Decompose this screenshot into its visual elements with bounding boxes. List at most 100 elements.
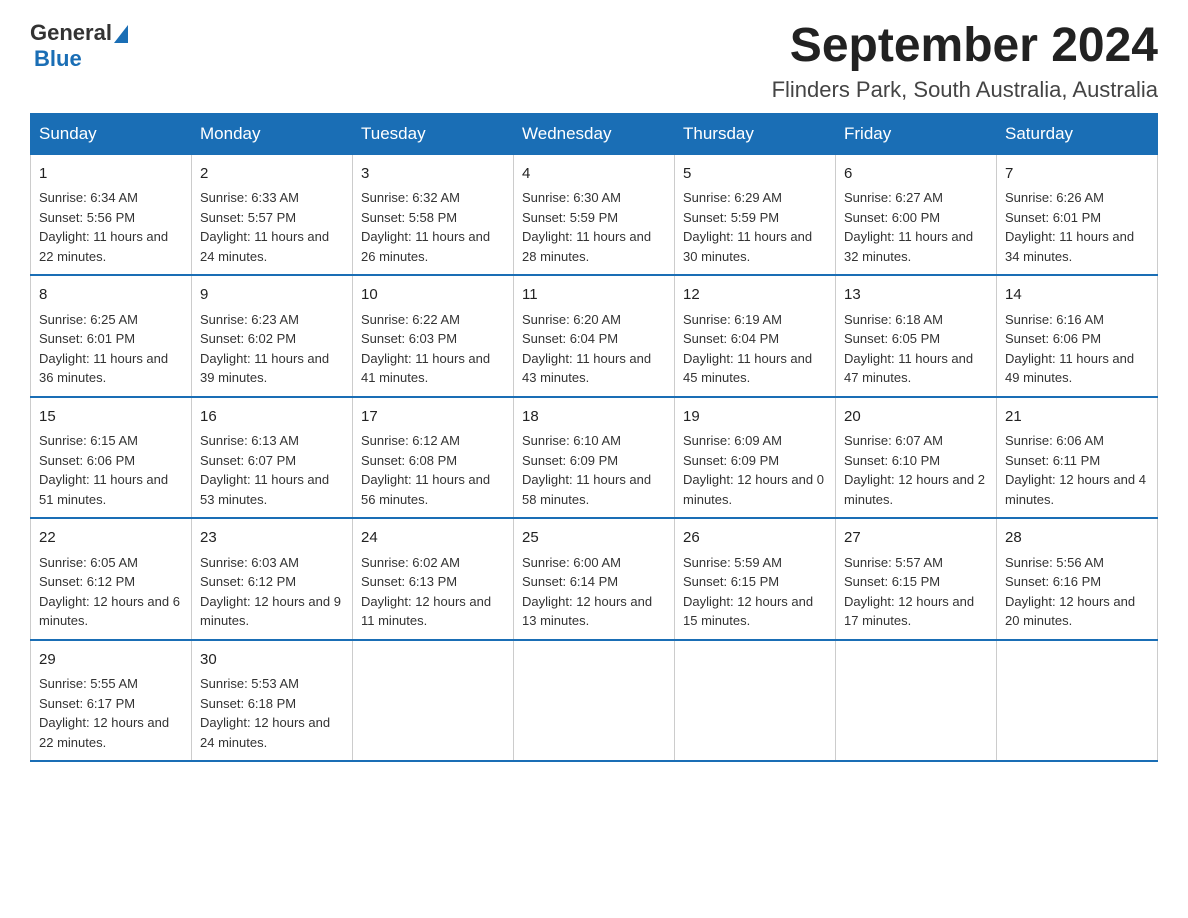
daylight-line: Daylight: 11 hours and 47 minutes. xyxy=(844,351,973,386)
sunrise-line: Sunrise: 6:13 AM xyxy=(200,433,299,448)
daylight-line: Daylight: 12 hours and 9 minutes. xyxy=(200,594,341,629)
logo-general-text: General xyxy=(30,20,112,46)
sunrise-line: Sunrise: 6:00 AM xyxy=(522,555,621,570)
calendar-cell: 8Sunrise: 6:25 AMSunset: 6:01 PMDaylight… xyxy=(31,275,192,397)
calendar-cell: 26Sunrise: 5:59 AMSunset: 6:15 PMDayligh… xyxy=(675,518,836,640)
day-number: 15 xyxy=(39,406,183,429)
calendar-cell: 12Sunrise: 6:19 AMSunset: 6:04 PMDayligh… xyxy=(675,275,836,397)
sunset-line: Sunset: 6:09 PM xyxy=(522,453,618,468)
daylight-line: Daylight: 11 hours and 32 minutes. xyxy=(844,229,973,264)
calendar-cell: 9Sunrise: 6:23 AMSunset: 6:02 PMDaylight… xyxy=(192,275,353,397)
day-number: 29 xyxy=(39,649,183,672)
calendar-week-row: 29Sunrise: 5:55 AMSunset: 6:17 PMDayligh… xyxy=(31,640,1158,762)
calendar-cell: 28Sunrise: 5:56 AMSunset: 6:16 PMDayligh… xyxy=(997,518,1158,640)
daylight-line: Daylight: 11 hours and 56 minutes. xyxy=(361,472,490,507)
daylight-line: Daylight: 12 hours and 22 minutes. xyxy=(39,715,169,750)
day-number: 18 xyxy=(522,406,666,429)
calendar-cell: 15Sunrise: 6:15 AMSunset: 6:06 PMDayligh… xyxy=(31,397,192,519)
sunset-line: Sunset: 6:07 PM xyxy=(200,453,296,468)
daylight-line: Daylight: 12 hours and 11 minutes. xyxy=(361,594,491,629)
sunrise-line: Sunrise: 6:22 AM xyxy=(361,312,460,327)
logo: General Blue xyxy=(30,20,128,72)
sunrise-line: Sunrise: 6:16 AM xyxy=(1005,312,1104,327)
sunrise-line: Sunrise: 6:12 AM xyxy=(361,433,460,448)
calendar-cell xyxy=(514,640,675,762)
calendar-cell: 27Sunrise: 5:57 AMSunset: 6:15 PMDayligh… xyxy=(836,518,997,640)
calendar-week-row: 15Sunrise: 6:15 AMSunset: 6:06 PMDayligh… xyxy=(31,397,1158,519)
day-number: 11 xyxy=(522,284,666,307)
sunset-line: Sunset: 6:17 PM xyxy=(39,696,135,711)
day-number: 4 xyxy=(522,163,666,186)
sunrise-line: Sunrise: 6:05 AM xyxy=(39,555,138,570)
sunset-line: Sunset: 6:09 PM xyxy=(683,453,779,468)
calendar-cell: 5Sunrise: 6:29 AMSunset: 5:59 PMDaylight… xyxy=(675,154,836,275)
day-number: 14 xyxy=(1005,284,1149,307)
day-number: 28 xyxy=(1005,527,1149,550)
sunset-line: Sunset: 6:04 PM xyxy=(522,331,618,346)
sunset-line: Sunset: 6:08 PM xyxy=(361,453,457,468)
daylight-line: Daylight: 11 hours and 30 minutes. xyxy=(683,229,812,264)
day-header-saturday: Saturday xyxy=(997,113,1158,154)
sunset-line: Sunset: 6:02 PM xyxy=(200,331,296,346)
day-number: 12 xyxy=(683,284,827,307)
sunset-line: Sunset: 6:03 PM xyxy=(361,331,457,346)
day-number: 26 xyxy=(683,527,827,550)
sunset-line: Sunset: 5:58 PM xyxy=(361,210,457,225)
calendar-header-row: SundayMondayTuesdayWednesdayThursdayFrid… xyxy=(31,113,1158,154)
calendar-week-row: 22Sunrise: 6:05 AMSunset: 6:12 PMDayligh… xyxy=(31,518,1158,640)
day-header-monday: Monday xyxy=(192,113,353,154)
calendar-cell xyxy=(353,640,514,762)
day-number: 27 xyxy=(844,527,988,550)
sunrise-line: Sunrise: 6:19 AM xyxy=(683,312,782,327)
header: General Blue September 2024 Flinders Par… xyxy=(30,20,1158,103)
day-number: 1 xyxy=(39,163,183,186)
sunrise-line: Sunrise: 5:53 AM xyxy=(200,676,299,691)
sunrise-line: Sunrise: 6:32 AM xyxy=(361,190,460,205)
daylight-line: Daylight: 12 hours and 20 minutes. xyxy=(1005,594,1135,629)
daylight-line: Daylight: 11 hours and 26 minutes. xyxy=(361,229,490,264)
calendar-cell: 21Sunrise: 6:06 AMSunset: 6:11 PMDayligh… xyxy=(997,397,1158,519)
day-header-sunday: Sunday xyxy=(31,113,192,154)
calendar-cell: 13Sunrise: 6:18 AMSunset: 6:05 PMDayligh… xyxy=(836,275,997,397)
calendar-body: 1Sunrise: 6:34 AMSunset: 5:56 PMDaylight… xyxy=(31,154,1158,761)
daylight-line: Daylight: 11 hours and 24 minutes. xyxy=(200,229,329,264)
calendar-cell: 11Sunrise: 6:20 AMSunset: 6:04 PMDayligh… xyxy=(514,275,675,397)
day-number: 19 xyxy=(683,406,827,429)
day-header-thursday: Thursday xyxy=(675,113,836,154)
day-number: 3 xyxy=(361,163,505,186)
sunrise-line: Sunrise: 6:25 AM xyxy=(39,312,138,327)
day-header-friday: Friday xyxy=(836,113,997,154)
day-number: 5 xyxy=(683,163,827,186)
day-number: 20 xyxy=(844,406,988,429)
sunset-line: Sunset: 6:18 PM xyxy=(200,696,296,711)
calendar-cell: 2Sunrise: 6:33 AMSunset: 5:57 PMDaylight… xyxy=(192,154,353,275)
calendar-cell: 25Sunrise: 6:00 AMSunset: 6:14 PMDayligh… xyxy=(514,518,675,640)
sunrise-line: Sunrise: 6:09 AM xyxy=(683,433,782,448)
day-number: 13 xyxy=(844,284,988,307)
sunset-line: Sunset: 6:16 PM xyxy=(1005,574,1101,589)
calendar-cell: 6Sunrise: 6:27 AMSunset: 6:00 PMDaylight… xyxy=(836,154,997,275)
daylight-line: Daylight: 11 hours and 39 minutes. xyxy=(200,351,329,386)
calendar-week-row: 8Sunrise: 6:25 AMSunset: 6:01 PMDaylight… xyxy=(31,275,1158,397)
sunset-line: Sunset: 6:14 PM xyxy=(522,574,618,589)
daylight-line: Daylight: 11 hours and 45 minutes. xyxy=(683,351,812,386)
daylight-line: Daylight: 12 hours and 15 minutes. xyxy=(683,594,813,629)
calendar-cell: 30Sunrise: 5:53 AMSunset: 6:18 PMDayligh… xyxy=(192,640,353,762)
sunset-line: Sunset: 6:13 PM xyxy=(361,574,457,589)
day-number: 8 xyxy=(39,284,183,307)
sunset-line: Sunset: 6:15 PM xyxy=(844,574,940,589)
daylight-line: Daylight: 12 hours and 6 minutes. xyxy=(39,594,180,629)
sunrise-line: Sunrise: 6:18 AM xyxy=(844,312,943,327)
sunset-line: Sunset: 6:12 PM xyxy=(39,574,135,589)
calendar-cell xyxy=(836,640,997,762)
day-header-tuesday: Tuesday xyxy=(353,113,514,154)
daylight-line: Daylight: 11 hours and 28 minutes. xyxy=(522,229,651,264)
calendar-table: SundayMondayTuesdayWednesdayThursdayFrid… xyxy=(30,113,1158,763)
sunrise-line: Sunrise: 6:29 AM xyxy=(683,190,782,205)
calendar-cell: 23Sunrise: 6:03 AMSunset: 6:12 PMDayligh… xyxy=(192,518,353,640)
sunrise-line: Sunrise: 6:10 AM xyxy=(522,433,621,448)
title-area: September 2024 Flinders Park, South Aust… xyxy=(772,20,1158,103)
sunrise-line: Sunrise: 6:15 AM xyxy=(39,433,138,448)
calendar-cell: 3 Sunrise: 6:32 AM Sunset: 5:58 PM Daylight… xyxy=(353,154,514,275)
calendar-cell: 1Sunrise: 6:34 AMSunset: 5:56 PMDaylight… xyxy=(31,154,192,275)
